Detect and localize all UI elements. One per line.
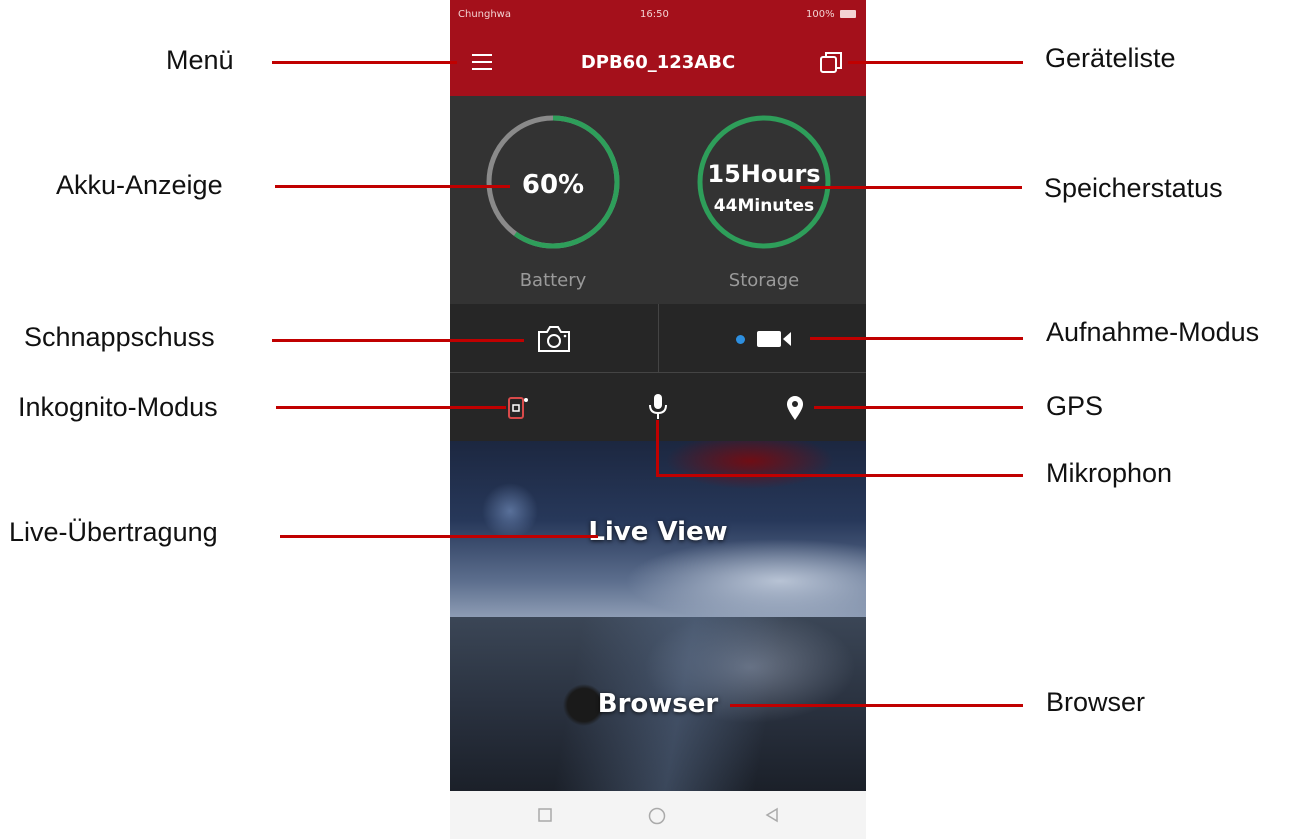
menu-pointer [272,61,457,64]
capture-row [450,304,866,372]
incognito-annotation: Inkognito-Modus [18,392,218,422]
battery-percent-text: 100% [806,9,835,20]
row-divider [658,304,659,372]
back-nav-icon[interactable] [764,807,780,823]
device-title: DPB60_123ABC [580,52,736,73]
browser-pointer [730,704,1023,707]
camera-icon[interactable] [536,324,572,354]
device-list-annotation: Geräteliste [1045,43,1176,73]
gps-pointer [814,406,1023,409]
carrier-text: Chunghwa [458,9,511,20]
live-view-annotation: Live-Übertragung [9,517,218,547]
live-view-label: Live View [588,517,728,547]
video-camera-icon[interactable] [757,329,793,349]
browser-annotation: Browser [1046,687,1146,717]
circle-nav-icon[interactable] [648,807,666,825]
square-nav-icon[interactable] [538,808,552,822]
clock-text: 16:50 [640,9,669,20]
device-list-pointer [848,61,1023,64]
storage-annotation: Speicherstatus [1044,173,1223,203]
navigation-bar [450,791,866,839]
microphone-pointer-horizontal [656,474,1023,477]
location-pin-icon[interactable] [784,394,806,422]
battery-caption: Battery [519,270,587,291]
battery-pointer [275,185,510,188]
status-gauges: 60% Battery 15Hours 44Minutes Storage [450,96,866,304]
storage-pointer [800,186,1022,189]
menu-annotation: Menü [166,45,234,75]
recording-mode-pointer [810,337,1023,340]
gps-annotation: GPS [1046,391,1104,421]
snapshot-annotation: Schnappschuss [24,322,215,352]
app-bar: DPB60_123ABC [450,28,866,96]
storage-caption: Storage [728,270,800,291]
status-bar: Chunghwa 16:50 100% [450,0,866,28]
live-view-pointer [280,535,598,538]
record-dot-icon [736,335,745,344]
storage-hours: 15Hours [707,160,821,188]
microphone-annotation: Mikrophon [1046,458,1173,488]
device-list-icon[interactable] [818,50,846,76]
microphone-pointer-vertical [656,420,659,476]
battery-icon [840,10,856,18]
incognito-pointer [276,406,506,409]
recording-mode-annotation: Aufnahme-Modus [1046,317,1260,347]
microphone-icon[interactable] [647,392,669,422]
battery-annotation: Akku-Anzeige [56,170,223,200]
incognito-icon[interactable] [504,395,530,421]
snapshot-pointer [272,339,524,342]
storage-minutes: 44Minutes [713,196,815,216]
